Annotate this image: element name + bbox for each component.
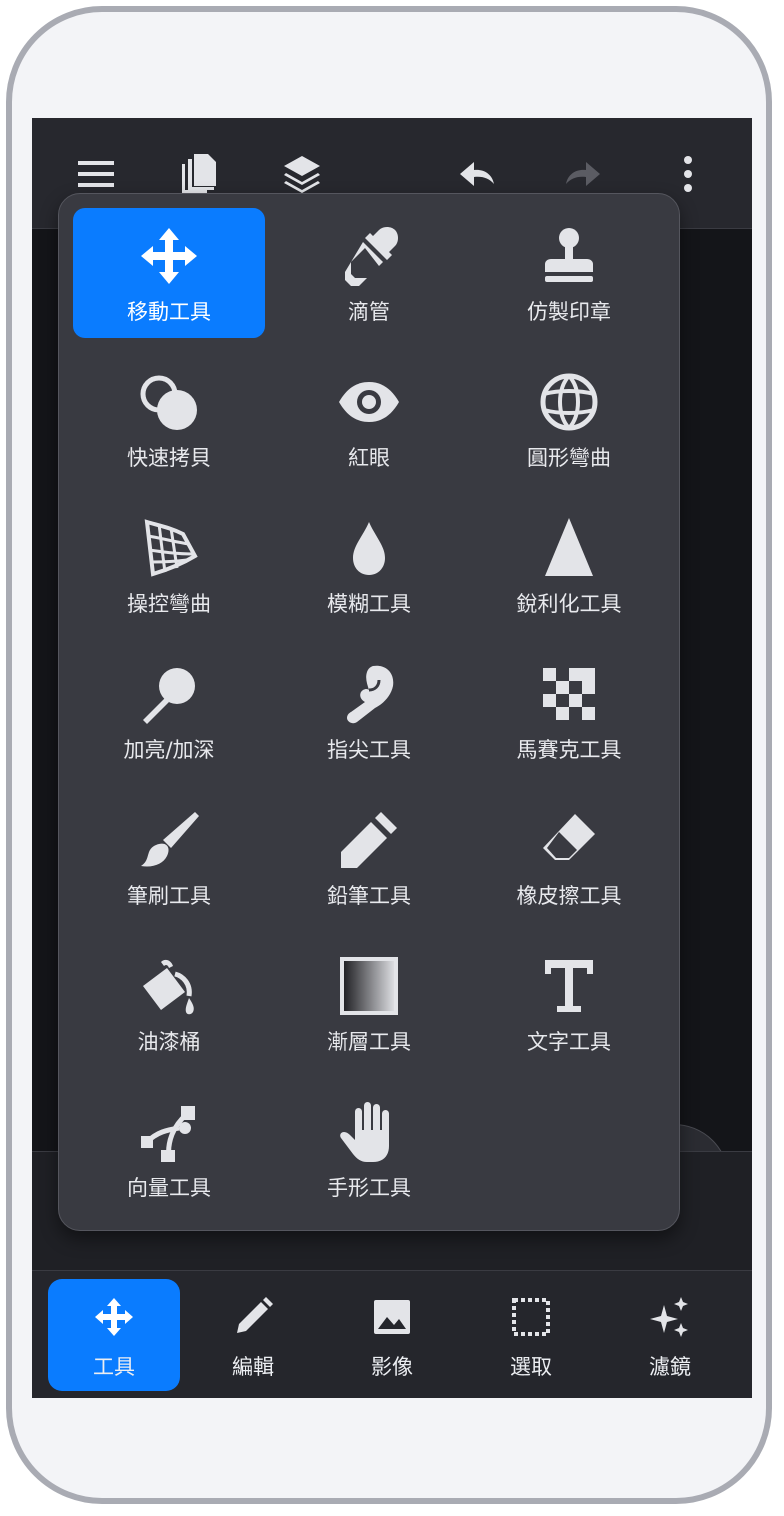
nav-tab-edit[interactable]: 編輯: [187, 1279, 319, 1391]
tool-blur[interactable]: 模糊工具: [273, 500, 465, 630]
tool-menu: 移動工具 滴管 仿製印章 快速拷貝 紅眼 圓形彎曲 操控彎曲 模糊工具 銳利化工…: [58, 193, 680, 1231]
tool-label: 文字工具: [527, 1030, 611, 1054]
tool-label: 向量工具: [127, 1176, 211, 1200]
eraser-icon: [543, 814, 595, 860]
tool-paint-bucket[interactable]: 油漆桶: [73, 938, 265, 1068]
tool-eyedropper[interactable]: 滴管: [273, 208, 465, 338]
stamp-icon: [545, 228, 593, 282]
more-vert-icon[interactable]: [668, 154, 708, 194]
tool-label: 馬賽克工具: [516, 738, 622, 762]
tool-red-eye[interactable]: 紅眼: [273, 354, 465, 484]
tool-spherize[interactable]: 圓形彎曲: [473, 354, 665, 484]
layers-icon[interactable]: [282, 154, 322, 194]
nav-tab-label: 選取: [510, 1355, 552, 1379]
tool-pencil[interactable]: 鉛筆工具: [273, 792, 465, 922]
tool-brush[interactable]: 筆刷工具: [73, 792, 265, 922]
tool-label: 移動工具: [127, 300, 211, 324]
tool-puppet-warp[interactable]: 操控彎曲: [73, 500, 265, 630]
tool-label: 鉛筆工具: [327, 884, 411, 908]
tool-gradient[interactable]: 漸層工具: [273, 938, 465, 1068]
eyedropper-icon: [345, 227, 398, 286]
undo-icon[interactable]: [458, 154, 498, 194]
tool-smudge[interactable]: 指尖工具: [273, 646, 465, 776]
drop-icon: [353, 522, 385, 575]
tool-hand[interactable]: 手形工具: [273, 1084, 465, 1214]
finger-icon: [347, 665, 394, 724]
dodge-burn-icon: [143, 668, 195, 724]
tool-sharpen[interactable]: 銳利化工具: [473, 500, 665, 630]
tool-label: 銳利化工具: [516, 592, 622, 616]
tool-eraser[interactable]: 橡皮擦工具: [473, 792, 665, 922]
nav-tab-label: 編輯: [232, 1355, 274, 1379]
pencil-icon: [341, 812, 397, 868]
tool-move[interactable]: 移動工具: [73, 208, 265, 338]
bottom-nav: 工具 編輯 影像 選取 濾鏡: [32, 1270, 752, 1398]
tool-label: 加亮/加深: [123, 738, 215, 762]
nav-tab-image[interactable]: 影像: [326, 1279, 458, 1391]
tool-label: 仿製印章: [527, 300, 611, 324]
tool-label: 手形工具: [327, 1176, 411, 1200]
tool-label: 筆刷工具: [127, 884, 211, 908]
selection-icon: [512, 1298, 550, 1336]
brush-icon: [141, 812, 199, 867]
tool-label: 圓形彎曲: [527, 446, 611, 470]
tool-label: 指尖工具: [327, 738, 411, 762]
redo-icon[interactable]: [562, 154, 602, 194]
tool-dodge-burn[interactable]: 加亮/加深: [73, 646, 265, 776]
nav-tab-tools[interactable]: 工具: [48, 1279, 180, 1391]
tool-quick-copy[interactable]: 快速拷貝: [73, 354, 265, 484]
sparkle-icon: [650, 1297, 688, 1337]
tool-label: 操控彎曲: [127, 592, 211, 616]
image-icon: [374, 1300, 410, 1334]
tool-text[interactable]: 文字工具: [473, 938, 665, 1068]
checkerboard-icon: [543, 668, 595, 720]
nav-tab-label: 濾鏡: [649, 1355, 691, 1379]
tool-mosaic[interactable]: 馬賽克工具: [473, 646, 665, 776]
tool-label: 紅眼: [348, 446, 390, 470]
tool-vector[interactable]: 向量工具: [73, 1084, 265, 1214]
tool-label: 油漆桶: [137, 1030, 201, 1054]
tool-label: 滴管: [348, 300, 390, 324]
eye-icon: [339, 382, 399, 422]
mesh-warp-icon: [144, 519, 198, 577]
quick-copy-icon: [140, 375, 197, 430]
globe-icon: [540, 373, 598, 431]
nav-tab-label: 工具: [93, 1355, 135, 1379]
nav-tab-select[interactable]: 選取: [465, 1279, 597, 1391]
pen-icon: [237, 1297, 273, 1333]
tool-label: 模糊工具: [327, 592, 411, 616]
tool-label: 漸層工具: [327, 1030, 411, 1054]
tool-label: 快速拷貝: [127, 446, 211, 470]
vector-icon: [141, 1106, 195, 1162]
pages-icon[interactable]: [178, 154, 218, 194]
gradient-icon: [340, 957, 398, 1015]
move-icon: [141, 228, 197, 284]
move-icon: [95, 1298, 133, 1336]
text-icon: [545, 960, 593, 1012]
nav-tab-label: 影像: [371, 1355, 413, 1379]
tool-label: 橡皮擦工具: [516, 884, 622, 908]
nav-tab-filters[interactable]: 濾鏡: [604, 1279, 736, 1391]
tool-clone-stamp[interactable]: 仿製印章: [473, 208, 665, 338]
menu-icon[interactable]: [76, 154, 116, 194]
hand-icon: [340, 1102, 389, 1162]
triangle-icon: [545, 518, 593, 576]
paint-bucket-icon: [143, 959, 194, 1015]
